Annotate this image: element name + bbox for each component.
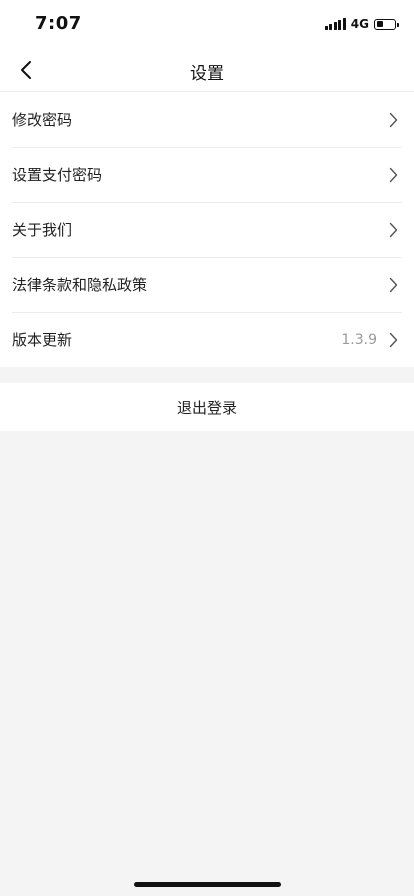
version-number: 1.3.9 bbox=[341, 331, 377, 348]
settings-item-label: 法律条款和隐私政策 bbox=[12, 276, 148, 294]
settings-list: 修改密码 设置支付密码 关于我们 法律条款和隐私政策 版本更新 1.3.9 bbox=[0, 92, 414, 367]
status-indicators: 4G bbox=[324, 17, 399, 31]
settings-item-label: 设置支付密码 bbox=[12, 166, 103, 184]
battery-icon bbox=[374, 18, 399, 30]
logout-label: 退出登录 bbox=[176, 398, 237, 417]
settings-item-payment-password[interactable]: 设置支付密码 bbox=[0, 147, 414, 202]
battery-level bbox=[376, 21, 384, 27]
signal-bars-icon bbox=[324, 18, 346, 30]
status-time: 7:07 bbox=[35, 13, 82, 34]
chevron-right-icon bbox=[387, 332, 399, 348]
chevron-right-icon bbox=[387, 222, 399, 238]
navigation-bar: 设置 bbox=[0, 48, 414, 92]
settings-item-change-password[interactable]: 修改密码 bbox=[0, 92, 414, 147]
home-indicator[interactable] bbox=[134, 882, 281, 887]
chevron-right-icon bbox=[387, 167, 399, 183]
settings-item-label: 修改密码 bbox=[12, 111, 73, 129]
status-bar: 7:07 4G bbox=[0, 0, 414, 48]
settings-item-about-us[interactable]: 关于我们 bbox=[0, 202, 414, 257]
settings-item-version-update[interactable]: 版本更新 1.3.9 bbox=[0, 312, 414, 367]
settings-item-label: 关于我们 bbox=[12, 221, 73, 239]
page-title: 设置 bbox=[190, 64, 224, 84]
chevron-right-icon bbox=[387, 112, 399, 128]
network-type-label: 4G bbox=[350, 17, 369, 31]
chevron-right-icon bbox=[387, 277, 399, 293]
settings-item-label: 版本更新 bbox=[12, 331, 73, 349]
logout-button[interactable]: 退出登录 bbox=[0, 383, 414, 431]
settings-item-legal-privacy[interactable]: 法律条款和隐私政策 bbox=[0, 257, 414, 312]
